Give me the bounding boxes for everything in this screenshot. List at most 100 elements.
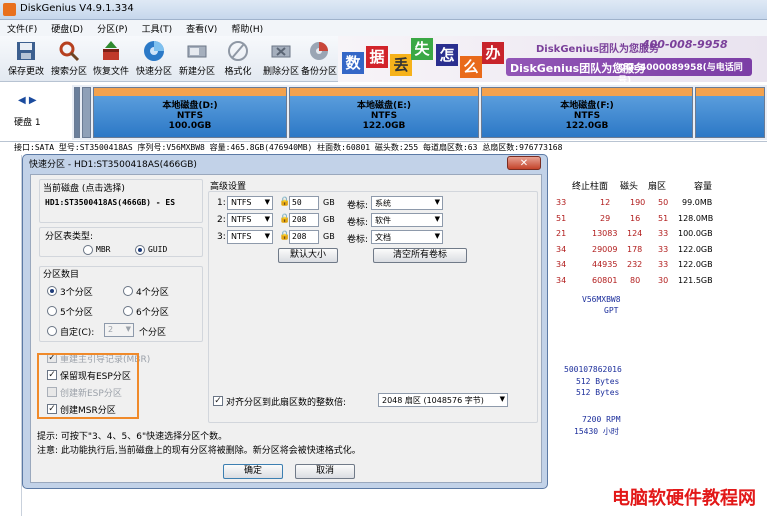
quick-partition-button[interactable]: 快速分区	[134, 38, 174, 80]
backup-partition-button[interactable]: 备份分区	[299, 38, 339, 80]
fs-select-1[interactable]: NTFS ▼	[227, 196, 273, 210]
count-5-radio[interactable]	[47, 306, 57, 316]
mbr-label: MBR	[96, 245, 111, 254]
custom-count-suffix: 个分区	[139, 328, 167, 338]
table-type-label: 分区表类型:	[45, 232, 94, 242]
save-changes-button[interactable]: 保存更改	[6, 38, 46, 80]
note-text: 注意: 此功能执行后,当前磁盘上的现有分区将被删除。新分区将会被快速格式化。	[37, 446, 361, 456]
menu-tools[interactable]: 工具(T)	[135, 20, 180, 36]
menu-bar: 文件(F) 硬盘(D) 分区(P) 工具(T) 查看(V) 帮助(H)	[0, 20, 767, 36]
disk-nav-arrows[interactable]: ◀ ▶	[18, 95, 37, 106]
col-head: 磁头	[620, 182, 639, 192]
new-partition-button[interactable]: 新建分区	[177, 38, 217, 80]
partition-f[interactable]: 本地磁盘(F:) NTFS 122.0GB	[481, 87, 693, 138]
quick-partition-icon	[144, 41, 164, 61]
serial-value: V56MXBW8	[582, 295, 621, 304]
banner-qq: QQ: 4000089958(与电话同号)	[618, 63, 743, 82]
banner-char: 么	[460, 56, 482, 78]
partition-e[interactable]: 本地磁盘(E:) NTFS 122.0GB	[289, 87, 479, 138]
count-4-radio[interactable]	[123, 286, 133, 296]
banner-char: 数	[342, 52, 364, 74]
delete-partition-icon	[271, 45, 291, 58]
menu-view[interactable]: 查看(V)	[179, 20, 224, 36]
partition-esp[interactable]	[74, 87, 80, 138]
size-input-2[interactable]: 208	[289, 213, 319, 227]
menu-partition[interactable]: 分区(P)	[90, 20, 134, 36]
banner-char: 丢	[390, 54, 412, 76]
custom-count-label: 自定(C):	[60, 328, 95, 338]
search-partition-button[interactable]: 搜索分区	[49, 38, 89, 80]
col-sector: 扇区	[648, 182, 667, 192]
app-icon	[3, 3, 16, 16]
clear-labels-button[interactable]: 清空所有卷标	[373, 248, 467, 263]
magnifier-icon	[59, 41, 80, 62]
size-input-1[interactable]: 50	[289, 196, 319, 210]
power-on-hours-value: 15430 小时	[574, 427, 619, 436]
align-checkbox[interactable]	[213, 396, 223, 406]
default-size-button[interactable]: 默认大小	[278, 248, 338, 263]
volume-label-select-1[interactable]: 系统 ▼	[371, 196, 443, 210]
custom-count-radio[interactable]	[47, 326, 57, 336]
count-6-label: 6个分区	[136, 308, 169, 318]
partition-d[interactable]: 本地磁盘(D:) NTFS 100.0GB	[93, 87, 287, 138]
mbr-radio[interactable]	[83, 245, 93, 255]
volume-label-select-2[interactable]: 软件 ▼	[371, 213, 443, 227]
physical-sector-value: 512 Bytes	[576, 388, 620, 397]
format-button[interactable]: 格式化	[218, 38, 258, 80]
quick-partition-dialog: 快速分区 - HD1:ST3500418AS(466GB) ✕ 当前磁盘 (点击…	[22, 154, 548, 489]
banner-char: 怎	[436, 44, 458, 66]
dialog-body: 当前磁盘 (点击选择) HD1:ST3500418AS(466GB) - ES …	[30, 174, 542, 483]
current-disk-selector[interactable]: HD1:ST3500418AS(466GB) - ES	[43, 197, 197, 211]
total-bytes-value: 500107862016	[564, 365, 622, 374]
cancel-button[interactable]: 取消	[295, 464, 355, 479]
close-button[interactable]: ✕	[507, 156, 541, 170]
size-input-3[interactable]: 208	[289, 230, 319, 244]
new-partition-icon	[187, 45, 207, 58]
dialog-title: 快速分区 - HD1:ST3500418AS(466GB)	[29, 160, 197, 170]
format-icon	[228, 41, 248, 61]
banner-brand-text: DiskGenius团队为您服务	[536, 44, 659, 55]
count-4-label: 4个分区	[136, 288, 169, 298]
table-type-value: GPT	[604, 306, 619, 315]
custom-count-spinner[interactable]: 2 ▼	[104, 323, 134, 337]
backup-icon	[310, 42, 328, 60]
disk-map-bar: ◀ ▶ 硬盘 1 本地磁盘(D:) NTFS 100.0GB 本地磁盘(E:) …	[0, 82, 767, 142]
current-disk-label: 当前磁盘 (点击选择)	[43, 184, 125, 194]
align-select[interactable]: 2048 扇区 (1048576 字节) ▼	[378, 393, 508, 407]
ok-button[interactable]: 确定	[223, 464, 283, 479]
col-capacity: 容量	[694, 182, 713, 192]
menu-disk[interactable]: 硬盘(D)	[44, 20, 90, 36]
menu-help[interactable]: 帮助(H)	[224, 20, 270, 36]
partition-last[interactable]	[695, 87, 765, 138]
disk-label: 硬盘 1	[14, 118, 41, 128]
partition-map: 本地磁盘(D:) NTFS 100.0GB 本地磁盘(E:) NTFS 122.…	[72, 85, 767, 140]
guid-radio[interactable]	[135, 245, 145, 255]
recover-icon	[103, 41, 119, 60]
window-title: DiskGenius V4.9.1.334	[20, 3, 134, 14]
count-3-radio[interactable]	[47, 286, 57, 296]
volume-label-select-3[interactable]: 文档 ▼	[371, 230, 443, 244]
title-bar: DiskGenius V4.9.1.334	[0, 0, 767, 20]
partition-msr[interactable]	[82, 87, 91, 138]
count-6-radio[interactable]	[123, 306, 133, 316]
guid-label: GUID	[148, 245, 168, 254]
partition-count-label: 分区数目	[43, 270, 80, 280]
fs-select-3[interactable]: NTFS ▼	[227, 230, 273, 244]
fs-select-2[interactable]: NTFS ▼	[227, 213, 273, 227]
sector-size-value: 512 Bytes	[576, 377, 620, 386]
count-3-label: 3个分区	[60, 288, 93, 298]
banner-strip: DiskGenius团队为您服务 QQ: 4000089958(与电话同号)	[506, 58, 752, 82]
banner-char: 办	[482, 42, 504, 64]
recover-files-button[interactable]: 恢复文件	[91, 38, 131, 80]
menu-file[interactable]: 文件(F)	[0, 20, 44, 36]
watermark: 电脑软硬件教程网	[612, 488, 756, 509]
tree-pane	[0, 155, 22, 516]
col-end-cylinder: 终止柱面	[572, 182, 609, 192]
delete-partition-button[interactable]: 删除分区	[261, 38, 301, 80]
hint-text: 提示: 可按下"3、4、5、6"快速选择分区个数。	[37, 432, 228, 442]
ad-banner[interactable]: 数 据 丢 失 怎 么 办 DiskGenius团队为您服务 400-008-9…	[338, 36, 767, 82]
rpm-value: 7200 RPM	[582, 415, 621, 424]
banner-phone: 400-008-9958	[642, 38, 728, 51]
count-5-label: 5个分区	[60, 308, 93, 318]
partition-table-pane: 终止柱面 磁头 扇区 容量 33 12 190 50 99.0MB 51 29 …	[548, 155, 767, 516]
